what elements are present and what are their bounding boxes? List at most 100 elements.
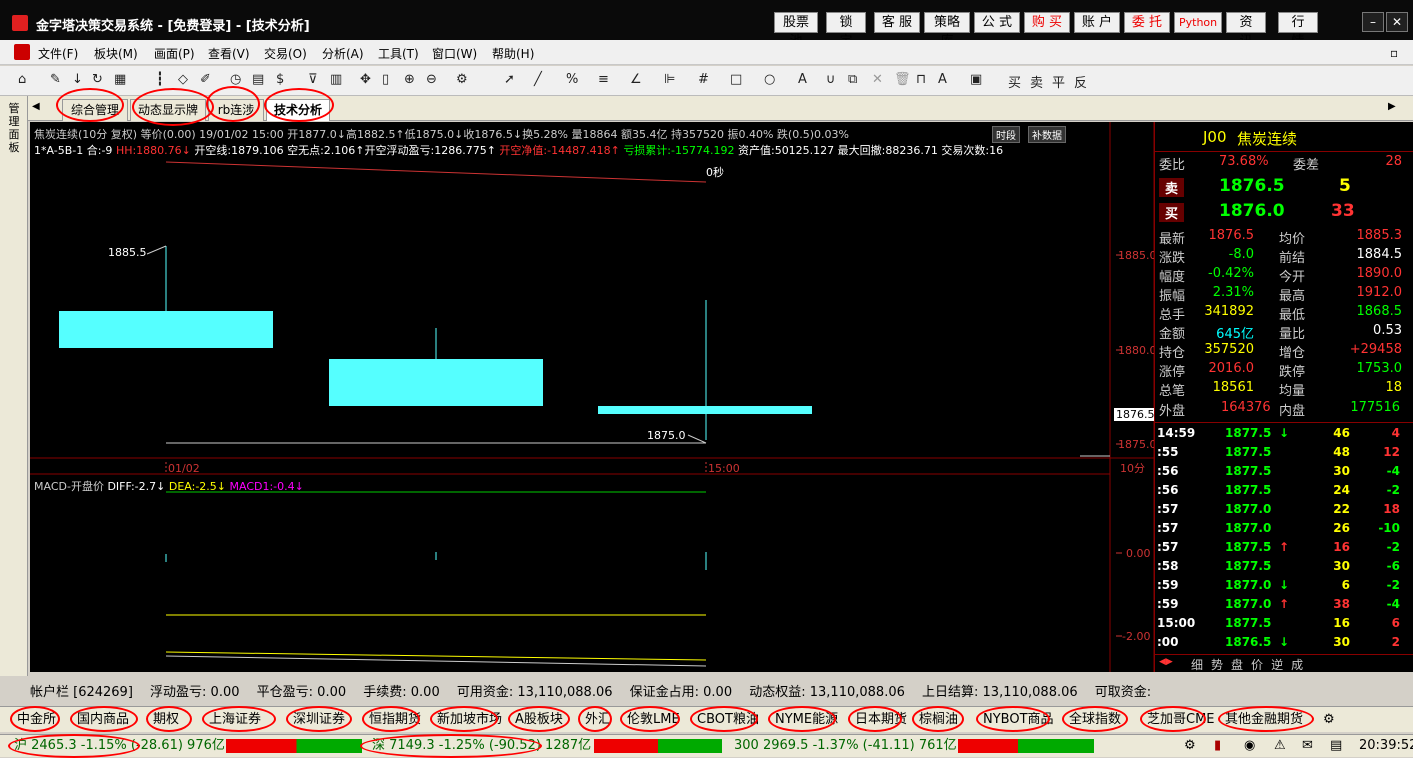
menu-file[interactable]: 文件(F)	[38, 45, 78, 62]
formula-button[interactable]: 公 式	[974, 12, 1020, 33]
candle-icon[interactable]: ┇	[156, 72, 164, 87]
home-icon[interactable]: ⌂	[18, 72, 26, 87]
stat-icon[interactable]: ▥	[330, 72, 342, 87]
sell-row[interactable]: 卖 1876.5 5	[1155, 176, 1413, 200]
quote-subtab[interactable]: 成	[1291, 658, 1303, 672]
download-icon[interactable]: ↓	[72, 72, 83, 87]
buy-icon[interactable]: 买	[1008, 72, 1021, 91]
subtab-nav-icon[interactable]: ◀▶	[1159, 657, 1173, 667]
fill-data-badge[interactable]: 补数据	[1028, 126, 1066, 143]
trash-icon[interactable]: 🗑	[894, 72, 911, 87]
zoom-out-icon[interactable]: ⊖	[426, 72, 437, 87]
stat-value: 18561	[1212, 380, 1254, 395]
menu-tools[interactable]: 工具(T)	[378, 45, 419, 62]
clock-icon[interactable]: ◷	[230, 72, 241, 87]
alert-icon[interactable]: ⚠	[1274, 735, 1286, 757]
angle-icon[interactable]: ∠	[630, 72, 642, 87]
restore-icon[interactable]: ▫	[1390, 46, 1398, 60]
annotation-circle	[430, 706, 498, 732]
menu-help[interactable]: 帮助(H)	[492, 45, 534, 62]
settings-icon[interactable]: ⚙	[456, 72, 468, 87]
copy-icon[interactable]: ⧉	[848, 72, 857, 87]
quote-subtab[interactable]: 盘	[1231, 658, 1243, 672]
doc2-icon[interactable]: ▤	[252, 72, 264, 87]
tick-volume: 6	[1341, 578, 1350, 592]
account-button[interactable]: 账 户	[1074, 12, 1120, 33]
channel-icon[interactable]: ≡	[598, 72, 609, 87]
sz-bar	[594, 739, 722, 753]
close-pos-icon[interactable]: 平	[1052, 72, 1065, 91]
news-button[interactable]: 资 讯	[1226, 12, 1266, 49]
db-icon[interactable]: ▮	[1214, 735, 1221, 757]
delete-icon[interactable]: ✕	[872, 72, 883, 87]
circle-icon[interactable]: ○	[764, 72, 775, 87]
tab-right-arrow-icon[interactable]: ▶	[1388, 101, 1396, 112]
menu-block[interactable]: 板块(M)	[94, 45, 138, 62]
kline-chart[interactable]: 焦炭连续(10分 复权) 等价(0.00) 19/01/02 15:00 开18…	[30, 122, 1157, 672]
open-short-info: 开空线:1879.106 空无点:2.106↑开空浮动盈亏:1286.775↑	[194, 144, 496, 157]
quote-subtab[interactable]: 势	[1211, 658, 1223, 672]
magnet-icon[interactable]: ∪	[826, 72, 836, 87]
buy-button[interactable]: 购 买	[1024, 12, 1070, 33]
tick-change: -2	[1386, 540, 1400, 554]
management-panel[interactable]: 管理面板	[0, 96, 28, 676]
annotation-circle	[1218, 706, 1314, 732]
title-bar: 金字塔决策交易系统 - [免费登录] - [技术分析] 股票池 锁 定 客 服 …	[0, 0, 1413, 49]
hash-icon[interactable]: #	[698, 72, 709, 87]
stat-label: 前结	[1279, 251, 1306, 266]
stat-value: 0.53	[1373, 323, 1402, 338]
python-icon[interactable]: ⚙	[1184, 735, 1196, 757]
strategy-lib-button[interactable]: 策略库	[924, 12, 970, 49]
diamond-icon[interactable]: ◇	[178, 72, 188, 87]
filter-icon[interactable]: ⊽	[308, 72, 318, 87]
line-icon[interactable]: ╱	[534, 72, 542, 87]
market-settings-icon[interactable]: ⚙	[1320, 710, 1338, 730]
tab-left-arrow-icon[interactable]: ◀	[32, 101, 40, 112]
menu-analysis[interactable]: 分析(A)	[322, 45, 364, 62]
quote-subtab[interactable]: 价	[1251, 658, 1263, 672]
minimize-icon[interactable]: –	[1362, 12, 1384, 32]
pen-icon[interactable]: ✎	[50, 72, 61, 87]
lock-button[interactable]: 锁 定	[826, 12, 866, 49]
pointer-icon[interactable]: ➚	[504, 72, 515, 87]
quote-subtab[interactable]: 细	[1191, 658, 1203, 672]
color-icon[interactable]: A	[938, 72, 947, 87]
hs300-index[interactable]: 300 2969.5 -1.37% (-41.11) 761亿	[734, 735, 957, 757]
save-icon[interactable]: ▣	[970, 72, 982, 87]
zoom-in-icon[interactable]: ⊕	[404, 72, 415, 87]
python-button[interactable]: Python	[1174, 12, 1222, 33]
stock-pool-button[interactable]: 股票池	[774, 12, 818, 49]
order-button[interactable]: 委 托	[1124, 12, 1170, 33]
menu-window[interactable]: 窗口(W)	[432, 45, 477, 62]
stat-value: 1912.0	[1356, 285, 1403, 300]
session-badge[interactable]: 时段	[992, 126, 1020, 143]
move-icon[interactable]: ✥	[360, 72, 371, 87]
grid-icon[interactable]: ▦	[114, 72, 126, 87]
service-button[interactable]: 客 服	[874, 12, 920, 33]
refresh-icon[interactable]: ↻	[92, 72, 103, 87]
sell-icon[interactable]: 卖	[1030, 72, 1043, 91]
tick-time: :57	[1157, 540, 1179, 554]
dollar-icon[interactable]: $	[276, 72, 284, 87]
notes-icon[interactable]: ▤	[1330, 735, 1342, 757]
buy-row[interactable]: 买 1876.0 33	[1155, 201, 1413, 225]
bar-icon[interactable]: ▯	[382, 72, 389, 87]
reverse-icon[interactable]: 反	[1074, 72, 1087, 91]
market-button[interactable]: 行 情	[1278, 12, 1318, 49]
rect-icon[interactable]: □	[730, 72, 742, 87]
annotation-circle	[10, 706, 60, 732]
globe-icon[interactable]: ◉	[1244, 735, 1255, 757]
stat-label: 最低	[1279, 308, 1306, 323]
menu-look[interactable]: 查看(V)	[208, 45, 250, 62]
menu-trade[interactable]: 交易(O)	[264, 45, 307, 62]
percent-icon[interactable]: %	[566, 72, 578, 87]
quote-subtab[interactable]: 逆	[1271, 658, 1283, 672]
chat-icon[interactable]: ✉	[1302, 735, 1313, 757]
fib-icon[interactable]: ⊫	[664, 72, 675, 87]
waipan-label: 外盘	[1159, 404, 1186, 419]
menu-view[interactable]: 画面(P)	[154, 45, 195, 62]
text-icon[interactable]: A	[798, 72, 807, 87]
close-icon[interactable]: ✕	[1386, 12, 1408, 32]
edit-icon[interactable]: ✐	[200, 72, 211, 87]
lock-icon[interactable]: ⊓	[916, 72, 926, 87]
